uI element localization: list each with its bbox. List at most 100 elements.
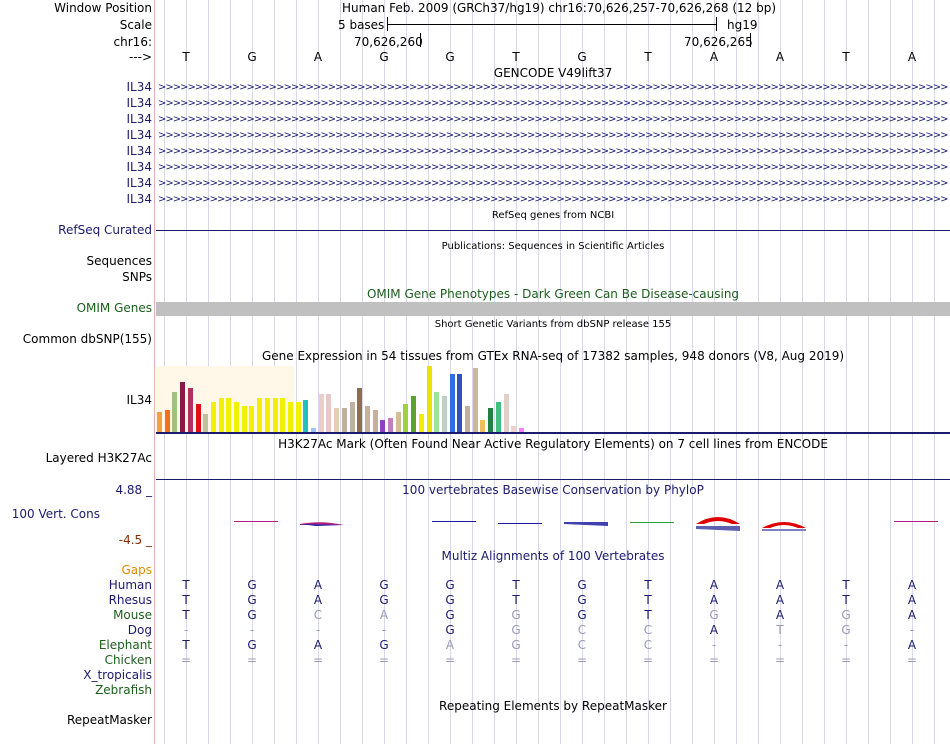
multiz-base: C <box>643 623 653 637</box>
gtex-tissue-bar[interactable] <box>241 406 247 432</box>
gtex-tissue-bar[interactable] <box>434 392 440 432</box>
multiz-base: = <box>774 653 786 667</box>
gencode-gene-label[interactable]: IL34 <box>127 192 153 206</box>
multiz-base: T <box>644 608 652 622</box>
multiz-gaps-label[interactable]: Gaps <box>121 563 152 577</box>
gtex-tissue-bar[interactable] <box>395 412 401 432</box>
gtex-tissue-bar[interactable] <box>426 366 432 432</box>
h3k27ac-baseline <box>156 479 950 480</box>
gtex-tissue-bar[interactable] <box>503 394 509 432</box>
gtex-tissue-bar[interactable] <box>403 404 409 432</box>
multiz-species-label[interactable]: Dog <box>128 623 152 637</box>
gtex-tissue-bar[interactable] <box>226 398 232 432</box>
gencode-gene-label[interactable]: IL34 <box>127 80 153 94</box>
gtex-tissue-bar[interactable] <box>172 392 178 432</box>
gencode-transcript-arrows[interactable]: >>>>>>>>>>>>>>>>>>>>>>>>>>>>>>>>>>>>>>>>… <box>158 131 948 141</box>
position-tick-1-mark <box>420 33 421 47</box>
gtex-label[interactable]: IL34 <box>127 393 153 407</box>
gencode-gene-label[interactable]: IL34 <box>127 176 153 190</box>
gencode-transcript-arrows[interactable]: >>>>>>>>>>>>>>>>>>>>>>>>>>>>>>>>>>>>>>>>… <box>158 99 948 109</box>
h3k27ac-label[interactable]: Layered H3K27Ac <box>46 451 152 465</box>
gencode-transcript-arrows[interactable]: >>>>>>>>>>>>>>>>>>>>>>>>>>>>>>>>>>>>>>>>… <box>158 163 948 173</box>
refseq-line[interactable] <box>156 230 950 231</box>
gtex-tissue-bar[interactable] <box>157 412 162 432</box>
gtex-tissue-bar[interactable] <box>480 420 486 432</box>
gtex-tissue-bar[interactable] <box>326 394 332 432</box>
phylop-mark <box>894 521 938 522</box>
gencode-transcript-arrows[interactable]: >>>>>>>>>>>>>>>>>>>>>>>>>>>>>>>>>>>>>>>>… <box>158 115 948 125</box>
omim-feature-bar[interactable] <box>156 302 950 316</box>
multiz-base: G <box>379 593 389 607</box>
gtex-tissue-bar[interactable] <box>164 410 170 432</box>
phylop-mark <box>498 523 542 524</box>
multiz-species-label[interactable]: Mouse <box>113 608 152 622</box>
gtex-tissue-bar[interactable] <box>465 406 470 432</box>
gtex-tissue-bar[interactable] <box>210 402 216 432</box>
gtex-tissue-bar[interactable] <box>195 404 201 432</box>
gtex-tissue-bar[interactable] <box>234 402 239 432</box>
multiz-base: G <box>247 593 257 607</box>
gtex-tissue-bar[interactable] <box>341 408 347 432</box>
publications-sequences-label[interactable]: Sequences <box>87 254 152 268</box>
multiz-species-label[interactable]: Rhesus <box>109 593 152 607</box>
gtex-tissue-bar[interactable] <box>449 374 455 432</box>
gencode-gene-label[interactable]: IL34 <box>127 144 153 158</box>
gencode-gene-label[interactable]: IL34 <box>127 160 153 174</box>
phylop-plot[interactable] <box>156 512 950 534</box>
gtex-tissue-bar[interactable] <box>388 418 393 432</box>
gencode-transcript-arrows[interactable]: >>>>>>>>>>>>>>>>>>>>>>>>>>>>>>>>>>>>>>>>… <box>158 147 948 157</box>
gtex-tissue-bar[interactable] <box>472 368 478 432</box>
repeatmasker-label[interactable]: RepeatMasker <box>67 713 152 727</box>
multiz-base: T <box>182 593 190 607</box>
gtex-tissue-bar[interactable] <box>218 398 224 432</box>
gencode-gene-label[interactable]: IL34 <box>127 96 153 110</box>
gtex-tissue-bar[interactable] <box>303 400 309 432</box>
gencode-gene-label[interactable]: IL34 <box>127 128 153 142</box>
gtex-tissue-bar[interactable] <box>180 382 186 432</box>
gtex-tissue-bar[interactable] <box>372 410 378 432</box>
grid-line <box>604 0 605 744</box>
publications-snps-label[interactable]: SNPs <box>122 270 152 284</box>
gtex-tissue-bar[interactable] <box>441 396 447 432</box>
multiz-base: T <box>512 578 520 592</box>
gtex-tissue-bar[interactable] <box>287 402 293 432</box>
gencode-transcript-arrows[interactable]: >>>>>>>>>>>>>>>>>>>>>>>>>>>>>>>>>>>>>>>>… <box>158 179 948 189</box>
gtex-tissue-bar[interactable] <box>295 402 301 432</box>
gtex-tissue-bar[interactable] <box>249 406 255 432</box>
multiz-species-label[interactable]: Human <box>109 578 152 592</box>
multiz-species-label[interactable]: Chicken <box>105 653 152 667</box>
dbsnp-label[interactable]: Common dbSNP(155) <box>23 332 152 346</box>
gtex-tissue-bar[interactable] <box>364 406 370 432</box>
gtex-tissue-bar[interactable] <box>334 408 340 432</box>
gtex-tissue-bar[interactable] <box>457 374 463 432</box>
gtex-tissue-bar[interactable] <box>380 420 386 432</box>
grid-line <box>736 0 737 744</box>
gtex-tissue-bar[interactable] <box>257 398 263 432</box>
gtex-tissue-bar[interactable] <box>280 398 286 432</box>
refseq-label[interactable]: RefSeq Curated <box>58 223 152 237</box>
gencode-transcript-arrows[interactable]: >>>>>>>>>>>>>>>>>>>>>>>>>>>>>>>>>>>>>>>>… <box>158 195 948 205</box>
multiz-species-label[interactable]: Elephant <box>99 638 152 652</box>
multiz-species-label[interactable]: X_tropicalis <box>83 668 152 682</box>
gtex-tissue-bar[interactable] <box>264 398 270 432</box>
gtex-tissue-bar[interactable] <box>418 414 424 432</box>
multiz-base: = <box>642 653 654 667</box>
gtex-tissue-bar[interactable] <box>495 402 501 432</box>
multiz-base: T <box>842 578 850 592</box>
gtex-tissue-bar[interactable] <box>349 402 355 432</box>
gencode-gene-label[interactable]: IL34 <box>127 112 153 126</box>
repeatmasker-title: Repeating Elements by RepeatMasker <box>439 699 667 713</box>
gtex-tissue-bar[interactable] <box>272 398 278 432</box>
gtex-tissue-bar[interactable] <box>318 394 324 432</box>
gencode-transcript-arrows[interactable]: >>>>>>>>>>>>>>>>>>>>>>>>>>>>>>>>>>>>>>>>… <box>158 83 948 93</box>
gtex-expression-bars[interactable] <box>156 366 536 432</box>
gtex-tissue-bar[interactable] <box>488 408 494 432</box>
phylop-label[interactable]: 100 Vert. Cons <box>12 507 100 521</box>
gtex-tissue-bar[interactable] <box>411 396 417 432</box>
omim-label[interactable]: OMIM Genes <box>77 301 152 315</box>
gtex-tissue-bar[interactable] <box>203 414 209 432</box>
grid-line <box>802 0 803 744</box>
gtex-tissue-bar[interactable] <box>357 388 363 432</box>
gtex-tissue-bar[interactable] <box>187 388 193 432</box>
multiz-species-label[interactable]: Zebrafish <box>95 683 152 697</box>
